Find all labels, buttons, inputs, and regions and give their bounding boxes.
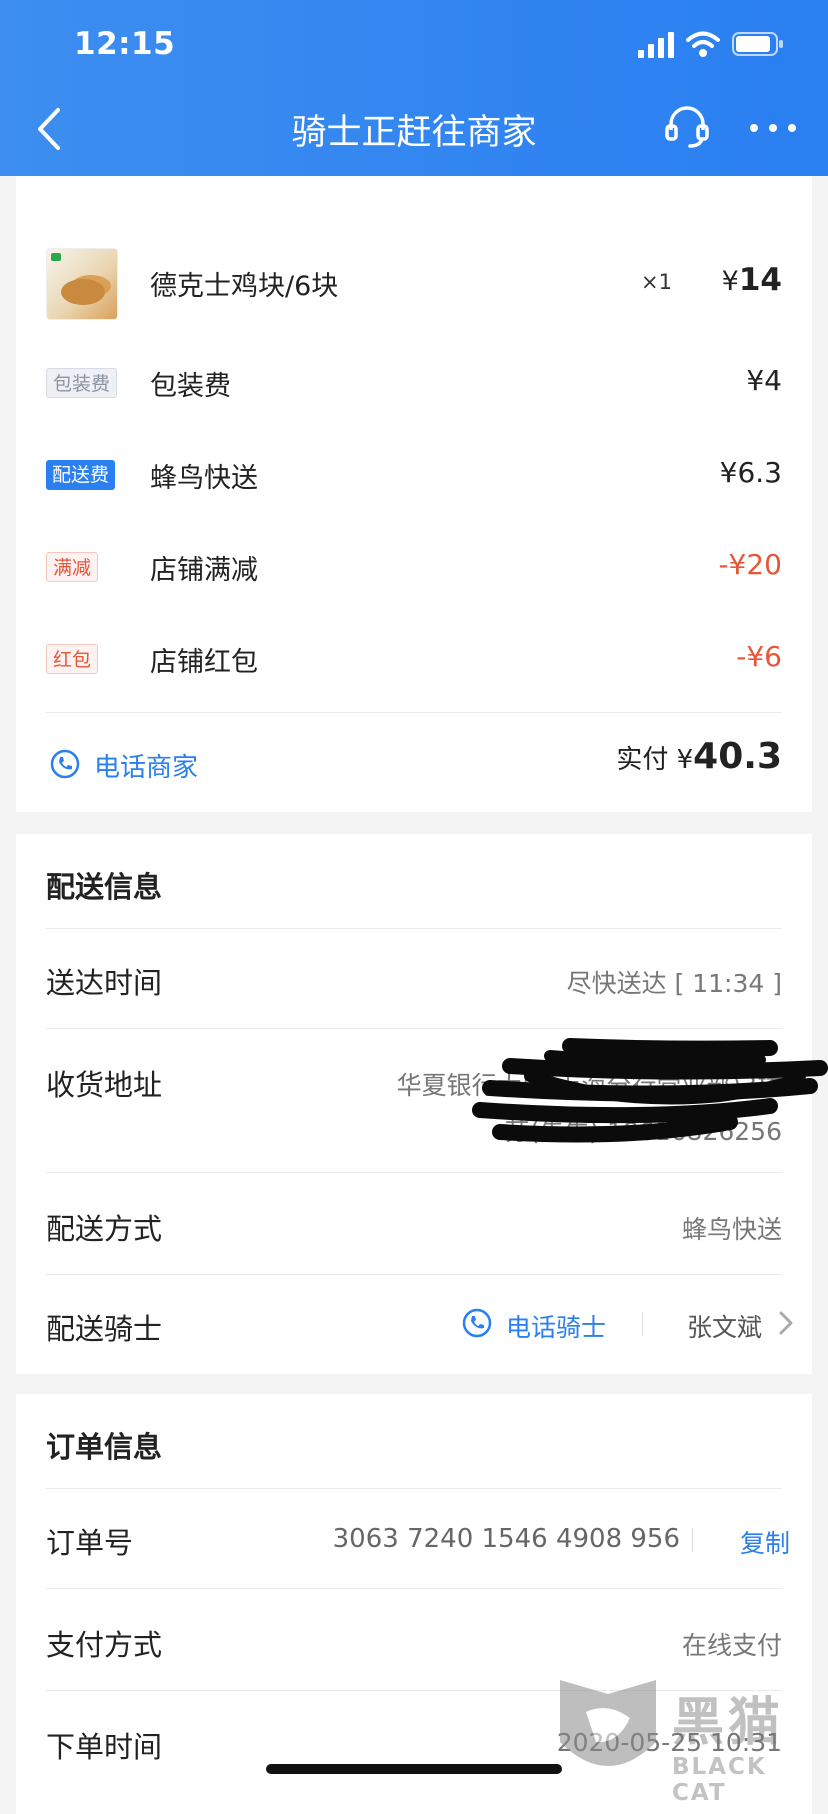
divider bbox=[46, 1028, 782, 1029]
chevron-right-icon[interactable] bbox=[776, 1308, 796, 1338]
redaction-scribble bbox=[472, 1038, 828, 1143]
customer-service-headset-icon[interactable] bbox=[664, 104, 710, 150]
order-number-value: 3063 7240 1546 4908 956 bbox=[332, 1524, 680, 1554]
divider bbox=[46, 1274, 782, 1275]
navigation-bar: 12:15 骑士正赶往商家 bbox=[0, 0, 828, 176]
discount-tag: 满减 bbox=[46, 552, 99, 582]
order-items-card: 德克士鸡块/6块 ×1 ¥14 包装费 包装费 ¥4 配送费 蜂鸟快送 ¥6.3… bbox=[16, 100, 812, 812]
wifi-icon bbox=[686, 31, 720, 57]
delivery-fee-tag: 配送费 bbox=[46, 460, 116, 490]
item-quantity: ×1 bbox=[641, 270, 672, 294]
fee-label: 店铺满减 bbox=[150, 555, 258, 586]
paid-total: 实付 ¥40.3 bbox=[616, 736, 782, 777]
paid-amount: 40.3 bbox=[693, 736, 782, 777]
order-number-label: 订单号 bbox=[46, 1526, 134, 1560]
battery-icon bbox=[732, 32, 783, 56]
call-rider-label: 电话骑士 bbox=[506, 1313, 607, 1342]
address-label: 收货地址 bbox=[46, 1068, 163, 1102]
cellular-signal-icon bbox=[638, 32, 674, 58]
watermark-text: 黑猫 bbox=[672, 1693, 785, 1753]
fee-amount: ¥6.3 bbox=[719, 456, 782, 489]
payment-method-value: 在线支付 bbox=[681, 1631, 782, 1660]
copy-button[interactable]: 复制 bbox=[740, 1524, 790, 1560]
watermark-subtext: BLACK CAT bbox=[672, 1754, 767, 1806]
fee-row-packaging: 包装费 包装费 ¥4 bbox=[46, 364, 782, 404]
item-name: 德克士鸡块/6块 bbox=[150, 271, 339, 302]
fee-row-red-packet: 红包 店铺红包 -¥6 bbox=[46, 640, 782, 680]
phone-icon bbox=[50, 749, 80, 779]
fee-label: 包装费 bbox=[150, 371, 231, 402]
delivery-time-label: 送达时间 bbox=[46, 966, 163, 1000]
delivery-method-value: 蜂鸟快送 bbox=[681, 1215, 782, 1244]
divider bbox=[46, 712, 782, 713]
item-price: ¥14 bbox=[721, 262, 782, 298]
packaging-fee-tag: 包装费 bbox=[46, 368, 118, 398]
status-time: 12:15 bbox=[74, 26, 176, 62]
rider-name[interactable]: 张文斌 bbox=[687, 1308, 762, 1344]
fee-label: 店铺红包 bbox=[150, 647, 258, 678]
fee-row-delivery: 配送费 蜂鸟快送 ¥6.3 bbox=[46, 456, 782, 496]
call-shop-label: 电话商家 bbox=[94, 753, 199, 783]
red-packet-tag: 红包 bbox=[46, 644, 99, 674]
home-indicator[interactable] bbox=[266, 1764, 562, 1774]
more-options-icon[interactable] bbox=[748, 118, 798, 138]
section-title: 配送信息 bbox=[46, 870, 163, 904]
divider bbox=[46, 928, 782, 929]
divider bbox=[46, 1488, 782, 1489]
divider bbox=[46, 1588, 782, 1589]
divider bbox=[46, 1172, 782, 1173]
fee-row-discount: 满减 店铺满减 -¥20 bbox=[46, 548, 782, 588]
fee-label: 蜂鸟快送 bbox=[150, 463, 258, 494]
payment-method-label: 支付方式 bbox=[46, 1628, 163, 1662]
divider bbox=[642, 1312, 643, 1336]
product-image bbox=[46, 248, 118, 320]
order-time-label: 下单时间 bbox=[46, 1730, 163, 1764]
section-title: 订单信息 bbox=[46, 1430, 163, 1464]
fee-amount: ¥4 bbox=[746, 364, 782, 397]
list-item: 德克士鸡块/6块 ×1 ¥14 bbox=[46, 248, 782, 320]
divider bbox=[692, 1528, 693, 1552]
fee-amount: -¥20 bbox=[718, 548, 782, 581]
paid-label: 实付 ¥ bbox=[616, 745, 694, 775]
phone-icon bbox=[462, 1308, 492, 1338]
delivery-method-label: 配送方式 bbox=[46, 1212, 163, 1246]
rider-label: 配送骑士 bbox=[46, 1312, 163, 1346]
delivery-time-value: 尽快送达 [ 11:34 ] bbox=[566, 969, 782, 998]
fee-amount: -¥6 bbox=[736, 640, 782, 673]
